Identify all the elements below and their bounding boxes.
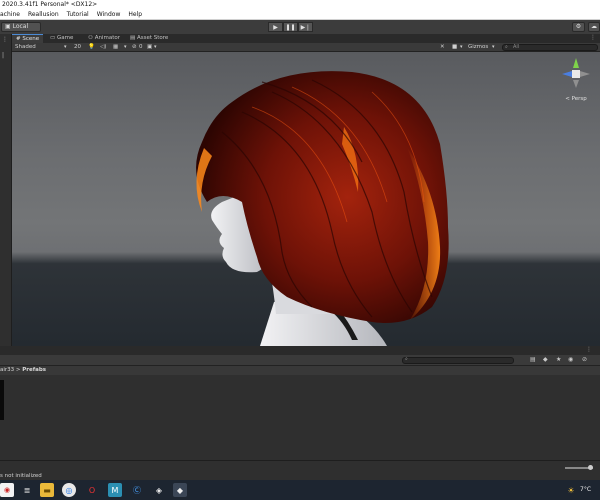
zoom-slider-handle[interactable]	[588, 465, 593, 470]
pivot-rotation-button[interactable]: ▣ Local	[1, 22, 41, 32]
play-icon: ▶	[273, 23, 278, 31]
store-icon: ▤	[130, 35, 136, 41]
search-icon: ⌕	[505, 44, 508, 50]
shading-mode-dropdown[interactable]: Shaded	[15, 43, 36, 52]
camera-icon[interactable]: ■	[452, 43, 457, 52]
menu-item-help[interactable]: Help	[128, 9, 142, 19]
cube-icon: ▣	[5, 23, 11, 30]
camera-dropdown-icon[interactable]: ▾	[154, 43, 157, 52]
projection-label[interactable]: < Persp	[556, 96, 596, 102]
scene-tab-bar: # Scene ▭ Game ⚇ Animator ▤ Asset Store …	[12, 34, 600, 43]
breadcrumb: air33 > Prefabs	[0, 366, 600, 375]
light-toggle-icon[interactable]: 💡	[88, 43, 95, 52]
menu-bar: achine Reallusion Tutorial Window Help	[0, 9, 600, 20]
scene-render	[196, 71, 449, 346]
animator-icon: ⚇	[88, 35, 93, 41]
status-message[interactable]: s not initialized	[0, 473, 42, 479]
scene-toolbar: Shaded ▾ 20 💡 ◁) ▦ ▾ ⊘ 0 ▣ ▾ ✕ ■ ▾ Gizmo…	[12, 43, 600, 52]
tab-scene[interactable]: # Scene	[12, 34, 44, 43]
gizmos-chevron-icon[interactable]: ▾	[492, 43, 495, 52]
pause-button[interactable]: ❚❚	[283, 22, 298, 32]
menu-item-tutorial[interactable]: Tutorial	[67, 9, 89, 19]
gizmos-dropdown[interactable]: Gizmos	[468, 43, 488, 52]
chevron-down-icon: ▾	[64, 44, 67, 50]
windows-taskbar: ◉ ≣ ▬ ◎ O M Ⓒ ◈ ◆ ☀ 7°C	[0, 480, 600, 500]
window-title: 2020.3.41f1 Personal* <DX12>	[2, 1, 98, 8]
file-explorer-icon[interactable]: ▬	[40, 483, 54, 497]
effects-dropdown-icon[interactable]: ▾	[124, 43, 127, 52]
game-icon: ▭	[50, 35, 56, 41]
scene-viewport[interactable]: < Persp	[12, 52, 600, 346]
step-button[interactable]: ▶❘	[298, 22, 313, 32]
unity-editor-icon[interactable]: ◆	[173, 483, 187, 497]
start-app-icon[interactable]: ◉	[0, 483, 14, 497]
panel-menu-icon[interactable]: ⋮	[586, 346, 592, 353]
window-title-bar: 2020.3.41f1 Personal* <DX12>	[0, 0, 600, 9]
scene-search-input[interactable]: ⌕ All	[502, 44, 598, 51]
opera-icon[interactable]: O	[85, 483, 99, 497]
menu-item-window[interactable]: Window	[97, 9, 121, 19]
project-toolbar: ⌕ ▤ ◆ ★ ◉ ⊘	[0, 355, 600, 366]
tools-icon[interactable]: ✕	[440, 43, 445, 52]
camera-settings-icon[interactable]: ▣	[147, 43, 152, 52]
collab-button[interactable]: ⚙	[572, 22, 585, 32]
app-c-icon[interactable]: Ⓒ	[130, 483, 144, 497]
grid-size-label[interactable]: 20	[74, 43, 81, 52]
status-bar: s not initialized	[0, 460, 600, 480]
menu-item-machine[interactable]: achine	[0, 9, 20, 19]
chrome-icon[interactable]: ◎	[62, 483, 76, 497]
unity-hub-icon[interactable]: ◈	[152, 483, 166, 497]
taskview-icon[interactable]: ≣	[20, 483, 34, 497]
step-icon: ▶❘	[300, 23, 311, 31]
weather-icon[interactable]: ☀	[566, 483, 576, 497]
camera-view-dropdown-icon[interactable]: ▾	[460, 43, 463, 52]
scene-icon: #	[16, 36, 21, 42]
breadcrumb-parent[interactable]: air33	[0, 367, 14, 373]
hair-shape	[196, 71, 449, 323]
scene-orientation-gizmo[interactable]: < Persp	[556, 54, 596, 104]
project-search-input[interactable]: ⌕	[402, 356, 514, 364]
hidden-objects-icon[interactable]: ⊘	[132, 43, 137, 52]
zoom-slider[interactable]	[565, 465, 593, 470]
hierarchy-panel-edge: ⋮ |	[0, 34, 12, 346]
tab-animator[interactable]: ⚇ Animator	[84, 34, 124, 43]
pivot-label: Local	[12, 23, 29, 30]
play-controls: ▶ ❚❚ ▶❘	[268, 22, 313, 32]
effects-toggle-icon[interactable]: ▦	[113, 43, 118, 52]
app-m-icon[interactable]: M	[108, 483, 122, 497]
tab-asset-store-label: Asset Store	[136, 35, 169, 41]
favorite-icon[interactable]: ★	[556, 356, 561, 363]
tab-game-label: Game	[56, 35, 74, 41]
asset-thumbnail[interactable]	[0, 380, 4, 420]
tab-animator-label: Animator	[94, 35, 120, 41]
menu-item-reallusion[interactable]: Reallusion	[28, 9, 59, 19]
play-button[interactable]: ▶	[268, 22, 283, 32]
panel-divider-icon: |	[2, 52, 5, 59]
tab-game[interactable]: ▭ Game	[46, 34, 77, 43]
project-assets-panel[interactable]	[0, 375, 600, 460]
filter-type-icon[interactable]: ▤	[530, 356, 536, 363]
temperature-label[interactable]: 7°C	[580, 486, 591, 493]
axis-gizmo-icon	[562, 58, 590, 88]
panel-menu-icon[interactable]: ⋮	[2, 36, 8, 43]
tab-asset-store[interactable]: ▤ Asset Store	[126, 34, 172, 43]
cloud-icon: ☁	[591, 23, 597, 30]
hidden-packages-icon[interactable]: ◉	[568, 356, 573, 363]
visibility-count-icon[interactable]: ⊘	[582, 356, 587, 363]
pause-icon: ❚❚	[285, 23, 296, 31]
search-icon: ⌕	[405, 356, 408, 362]
filter-label-icon[interactable]: ◆	[543, 356, 548, 363]
breadcrumb-current[interactable]: Prefabs	[22, 367, 46, 373]
account-button[interactable]: ☁	[588, 22, 600, 32]
effects-count: 0	[139, 44, 143, 50]
search-placeholder: All	[513, 44, 520, 50]
tab-menu-icon[interactable]: ⋮	[590, 34, 596, 41]
project-tab-bar: ⋮	[0, 346, 600, 355]
tab-scene-label: Scene	[22, 36, 40, 42]
gear-icon: ⚙	[575, 23, 582, 30]
breadcrumb-separator: >	[15, 367, 21, 373]
audio-toggle-icon[interactable]: ◁)	[100, 43, 106, 52]
main-toolbar: ▣ Local ▶ ❚❚ ▶❘ ⚙ ☁	[0, 20, 600, 34]
